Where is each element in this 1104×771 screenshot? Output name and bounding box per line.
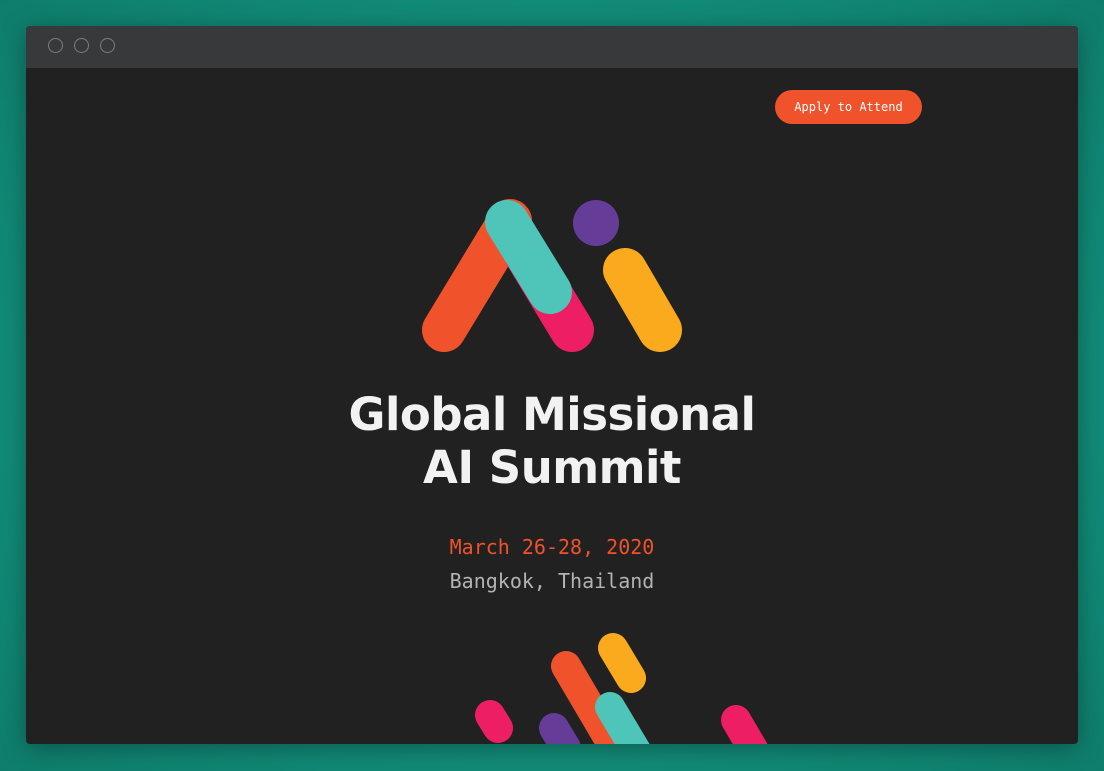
deco-teal-stroke <box>595 692 650 744</box>
deco-yellow-stroke <box>598 633 646 693</box>
browser-window: Apply to Attend Global Missional AI Summ… <box>26 26 1078 744</box>
deco-pink-stroke-right <box>721 705 768 744</box>
deco-pink-stroke-left <box>475 700 513 743</box>
deco-purple-stroke <box>539 713 581 744</box>
confetti-stripes-decoration <box>475 633 768 744</box>
